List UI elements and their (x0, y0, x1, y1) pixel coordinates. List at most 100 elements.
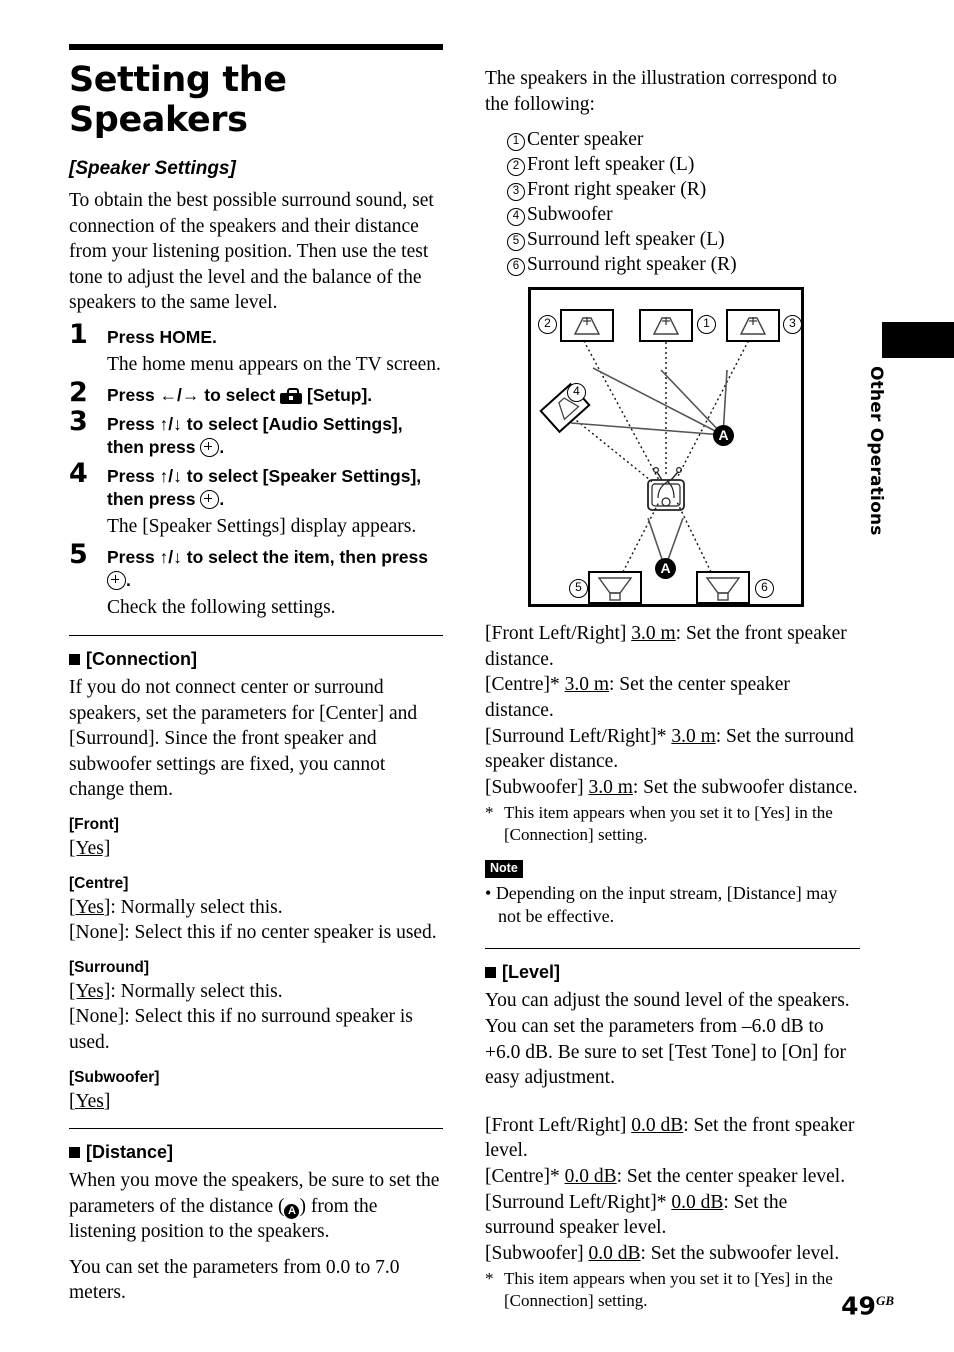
divider-level (485, 948, 860, 950)
subwoofer-values: [Yes] (69, 1089, 443, 1115)
connection-heading: [Connection] (69, 648, 443, 670)
step-1: 1 Press HOME. The home menu appears on t… (69, 319, 443, 378)
right-column: The speakers in the illustration corresp… (485, 66, 860, 1311)
intro-paragraph: To obtain the best possible surround sou… (69, 190, 434, 314)
distance-footnote: * This item appears when you set it to [Y… (485, 802, 860, 845)
surround-value-yes: [Yes] (69, 980, 111, 1002)
enter-button-icon (200, 489, 220, 509)
level-footnote-marker: * (485, 1269, 494, 1289)
step-2: 2 Press ←/→ to select [Setup]. (69, 377, 443, 407)
dist-label-surround: [Surround Left/Right] (485, 725, 657, 747)
dist-label-subwoofer: [Subwoofer] (485, 776, 584, 798)
legend-number-3: 3 (507, 183, 525, 202)
legend-label-4: Subwoofer (527, 204, 613, 226)
list-item: 4 Subwoofer (507, 202, 860, 227)
centre-value-none: [None] (69, 922, 125, 944)
level-body: You can adjust the sound level of the sp… (485, 990, 850, 1089)
step-5-heading: Press ↑/↓ to select the item, then press… (107, 546, 443, 592)
dist-label-centre: [Centre] (485, 674, 550, 696)
step-1-heading: Press HOME. (107, 326, 443, 349)
dist-value-surround: 3.0 m (671, 725, 716, 747)
step-4-text-after: . (219, 488, 225, 509)
note-text-value: Depending on the input stream, [Distance… (495, 883, 838, 927)
dist-value-centre: 3.0 m (564, 674, 610, 696)
note-block: Note • Depending on the input stream, [D… (485, 859, 860, 928)
subwoofer-value-yes: [Yes] (69, 1090, 111, 1112)
legend-label-5: Surround left speaker (L) (527, 229, 725, 251)
surround-value-yes-rest: : Normally select this. (110, 980, 283, 1002)
level-settings-list: [Front Left/Right] 0.0 dB: Set the front… (485, 1113, 860, 1267)
page-number-suffix: GB (875, 1292, 894, 1308)
step-3-number: 3 (69, 405, 88, 437)
legend-number-4: 4 (507, 208, 525, 227)
front-value-yes: [Yes] (69, 837, 111, 859)
speaker-settings-subtitle: [Speaker Settings] (69, 158, 236, 179)
square-bullet-icon (69, 653, 80, 665)
speaker-layout-diagram: 2 1 3 4 5 6 A A (528, 287, 804, 608)
divider-distance (69, 1128, 443, 1130)
note-badge: Note (485, 860, 523, 879)
surround-values: [Yes]: Normally select this. [None]: Sel… (69, 979, 443, 1056)
level-heading-label: [Level] (502, 962, 561, 983)
level-heading: [Level] (485, 961, 860, 983)
side-tab-label: Other Operations (866, 366, 886, 536)
distance-footnote-marker: * (485, 803, 494, 823)
dist-star-surround: * (656, 725, 667, 747)
level-footnote: * This item appears when you set it to [Y… (485, 1268, 860, 1311)
legend-number-2: 2 (507, 158, 525, 177)
front-label: [Front] (69, 815, 119, 833)
step-3: 3 Press ↑/↓ to select [Audio Settings], … (69, 406, 443, 459)
enter-button-icon (107, 570, 126, 590)
distance-heading: [Distance] (69, 1141, 443, 1163)
lvl-star-surround: * (656, 1191, 667, 1213)
list-item: 6 Surround right speaker (R) (507, 252, 860, 277)
distance-footnote-text: This item appears when you set it to [Ye… (504, 803, 833, 844)
step-5: 5 Press ↑/↓ to select the item, then pre… (69, 539, 443, 621)
dist-rest-subwoofer: : Set the subwoofer distance. (632, 776, 858, 798)
dist-value-front: 3.0 m (631, 623, 676, 645)
lvl-value-centre: 0.0 dB (564, 1165, 617, 1187)
lvl-label-front: [Front Left/Right] (485, 1114, 627, 1136)
list-item: 5 Surround left speaker (L) (507, 227, 860, 252)
lvl-label-centre: [Centre] (485, 1165, 550, 1187)
connection-heading-label: [Connection] (86, 648, 197, 669)
dist-value-subwoofer: 3.0 m (588, 776, 633, 798)
step-1-text: Press HOME. (107, 326, 217, 347)
diagram-graphics (539, 309, 780, 605)
page-number: 49GB (841, 1287, 894, 1320)
divider-connection (69, 634, 443, 636)
step-3-heading: Press ↑/↓ to select [Audio Settings], th… (107, 413, 443, 459)
distance-body: When you move the speakers, be sure to s… (69, 1168, 443, 1245)
lvl-rest-centre: : Set the center speaker level. (616, 1165, 846, 1187)
distance-body-part-a: When you move the speakers, be sure to s… (69, 1170, 440, 1217)
legend-number-1: 1 (507, 133, 525, 152)
step-2-text-after: [Setup]. (307, 384, 373, 405)
left-column: Setting the Speakers [Speaker Settings] … (69, 44, 443, 1316)
centre-value-yes: [Yes] (69, 896, 111, 918)
list-item: 1 Center speaker (507, 127, 860, 152)
square-bullet-icon (485, 967, 496, 979)
dist-label-front: [Front Left/Right] (485, 623, 627, 645)
list-item: 3 Front right speaker (R) (507, 177, 860, 202)
lvl-value-front: 0.0 dB (631, 1114, 684, 1136)
manual-page: Setting the Speakers [Speaker Settings] … (0, 0, 954, 1352)
centre-value-yes-rest: : Normally select this. (110, 896, 283, 918)
step-5-text-after: . (126, 569, 131, 590)
page-number-value: 49 (841, 1291, 876, 1320)
speaker-legend-list: 1 Center speaker 2 Front left speaker (L) … (485, 127, 860, 277)
step-5-subtext: Check the following settings. (107, 596, 336, 618)
step-3-text-before: Press ↑/↓ to select [Audio Settings], th… (107, 413, 403, 457)
lvl-value-surround: 0.0 dB (671, 1191, 724, 1213)
dist-star-centre: * (549, 674, 560, 696)
step-2-text-before: Press ←/→ to select (107, 384, 276, 405)
square-bullet-icon (69, 1147, 80, 1159)
step-1-number: 1 (69, 318, 88, 350)
steps-list: 1 Press HOME. The home menu appears on t… (69, 319, 443, 621)
surround-label: [Surround] (69, 958, 150, 976)
step-5-number: 5 (69, 538, 88, 570)
legend-label-6: Surround right speaker (R) (527, 254, 737, 276)
page-title: Setting the Speakers (69, 60, 287, 140)
legend-label-1: Center speaker (527, 129, 644, 151)
step-2-number: 2 (69, 376, 88, 408)
distance-settings-list: [Front Left/Right] 3.0 m: Set the front … (485, 621, 860, 800)
